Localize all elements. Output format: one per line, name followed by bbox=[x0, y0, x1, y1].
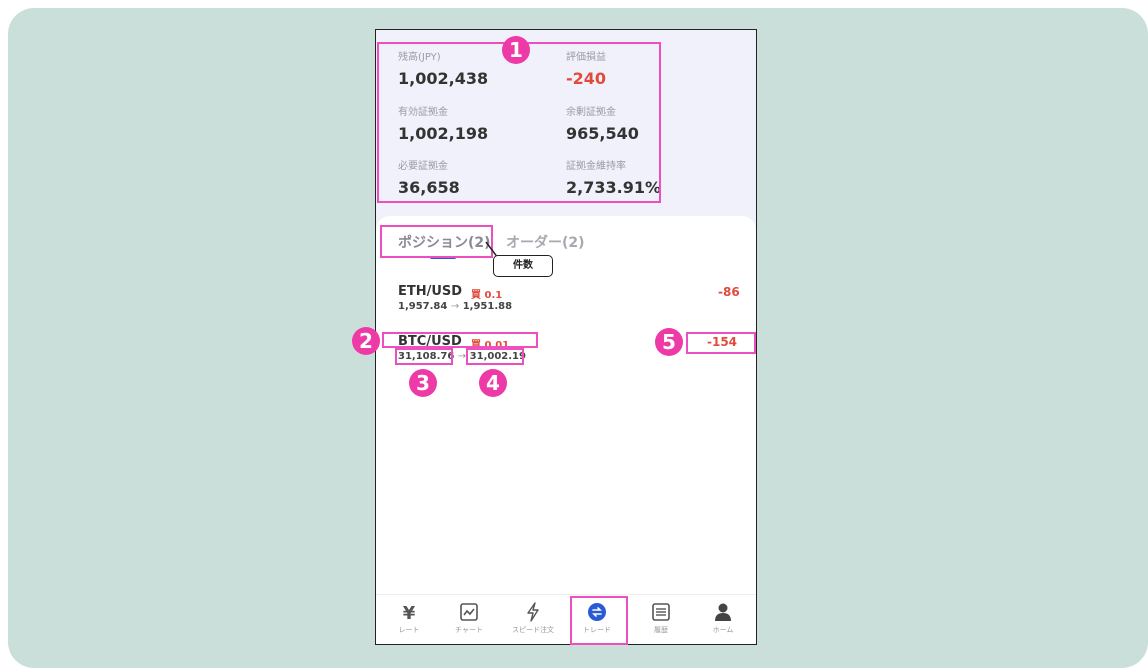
history-icon bbox=[652, 603, 670, 621]
annotation-marker-2: 2 bbox=[352, 327, 380, 355]
count-tooltip: 件数 bbox=[493, 255, 553, 277]
lightning-icon bbox=[527, 602, 539, 622]
nav-item-home[interactable]: ホーム bbox=[696, 595, 750, 644]
nav-item-rate[interactable]: ¥ レート bbox=[382, 595, 436, 644]
annotation-marker-3: 3 bbox=[409, 369, 437, 397]
arrow-icon: → bbox=[457, 351, 467, 362]
nav-label-chart: チャート bbox=[455, 626, 483, 634]
svg-text:¥: ¥ bbox=[403, 603, 416, 623]
annotation-marker-1: 1 bbox=[502, 36, 530, 64]
nav-label-rate: レート bbox=[398, 626, 420, 634]
position-symbol[interactable]: ETH/USD bbox=[398, 284, 462, 299]
nav-label-speed-order: スピード注文 bbox=[512, 626, 554, 634]
annotation-marker-5: 5 bbox=[655, 328, 683, 356]
positions-panel bbox=[376, 216, 756, 644]
nav-label-home: ホーム bbox=[712, 626, 734, 634]
position-side: 買 0.1 bbox=[471, 290, 503, 301]
nav-label-history: 履歴 bbox=[654, 626, 668, 634]
trade-nav-highlight-box bbox=[570, 596, 628, 645]
tab-highlight-box bbox=[380, 225, 493, 258]
position-pl: -86 bbox=[718, 285, 740, 299]
arrow-icon: → bbox=[450, 301, 460, 312]
annotation-marker-4: 4 bbox=[479, 369, 507, 397]
nav-item-speed-order[interactable]: スピード注文 bbox=[506, 595, 560, 644]
summary-highlight-box bbox=[377, 42, 661, 203]
open-price: 1,957.84 bbox=[398, 301, 448, 312]
current-price: 1,951.88 bbox=[462, 301, 513, 312]
chart-icon bbox=[460, 603, 478, 621]
position-prices: 1,957.84 → 1,951.88 bbox=[398, 301, 512, 312]
person-icon bbox=[715, 603, 731, 621]
symbol-highlight-box bbox=[382, 332, 538, 348]
nav-item-chart[interactable]: チャート bbox=[442, 595, 496, 644]
current-price-highlight-box bbox=[466, 348, 524, 365]
open-price-highlight-box bbox=[395, 348, 453, 365]
pl-highlight-box bbox=[686, 332, 756, 354]
bottom-nav: ¥ レート チャート スピード注文 トレード 履歴 ホーム bbox=[376, 594, 756, 644]
rate-icon: ¥ bbox=[403, 603, 416, 623]
tab-orders[interactable]: オーダー(2) bbox=[506, 232, 585, 252]
nav-item-history[interactable]: 履歴 bbox=[634, 595, 688, 644]
